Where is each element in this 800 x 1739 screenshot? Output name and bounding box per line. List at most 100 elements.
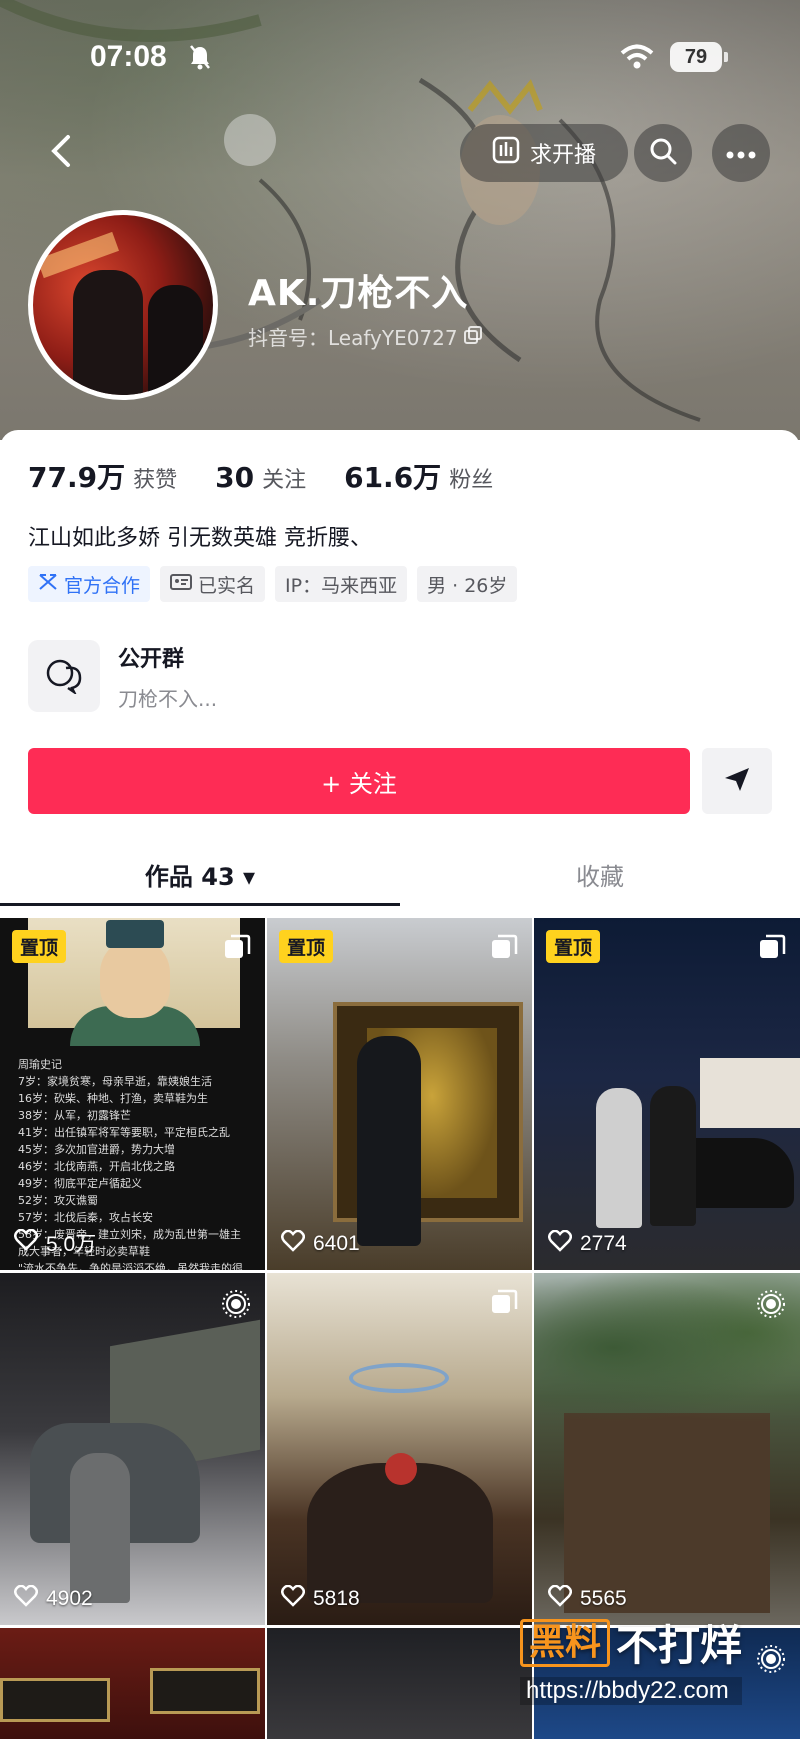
tag-label: IP：马来西亚 <box>285 574 398 597</box>
caption-line: 49岁：彻底平定卢循起义 <box>18 1177 142 1190</box>
caption-line: 16岁：砍柴、种地、打渔，卖草鞋为生 <box>18 1092 208 1105</box>
heart-icon <box>14 1584 38 1613</box>
like-value: 5.0万 <box>46 1233 97 1256</box>
battery-indicator: 79 <box>670 42 728 72</box>
live-photo-icon <box>756 1289 786 1323</box>
cooperation-icon <box>38 573 58 596</box>
profile-banner: 07:08 79 求开播 AK.刀枪不入 抖音号：LeafyYE0727 <box>0 0 800 440</box>
like-value: 4902 <box>46 1587 93 1610</box>
caption-line: 38岁：从军，初露锋芒 <box>18 1109 131 1122</box>
video-thumbnail[interactable]: 4902 <box>0 1273 265 1625</box>
tab-favorites[interactable]: 收藏 <box>400 850 800 912</box>
bell-muted-icon <box>188 44 212 74</box>
multi-image-icon <box>490 934 518 966</box>
like-count: 5565 <box>548 1584 627 1613</box>
back-button[interactable] <box>32 124 90 182</box>
tag-verified-name: 已实名 <box>160 566 266 602</box>
stat-label: 粉丝 <box>449 468 494 493</box>
more-dots-icon <box>726 144 756 163</box>
caption-line: 46岁：北伐南燕，开启北伐之路 <box>18 1160 175 1173</box>
caption-title: 周瑜史记 <box>18 1058 62 1071</box>
watermark-brand-box: 黑料 <box>520 1618 611 1667</box>
like-count: 6401 <box>281 1229 360 1258</box>
profile-bio: 江山如此多娇 引无数英雄 竞折腰、 <box>28 526 372 551</box>
pinned-badge: 置顶 <box>546 930 601 963</box>
profile-tags: 官方合作 已实名 IP：马来西亚 男 · 26岁 <box>28 566 518 602</box>
chart-bars-icon <box>492 136 520 170</box>
send-icon <box>723 765 751 797</box>
more-button[interactable] <box>712 124 770 182</box>
request-live-button[interactable]: 求开播 <box>460 124 628 182</box>
like-count: 4902 <box>14 1584 93 1613</box>
stat-label: 关注 <box>262 468 307 493</box>
stat-value: 77.9万 <box>28 461 126 494</box>
watermark-brand: 黑料 不打烊 <box>520 1612 742 1673</box>
content-tabs: 作品 43 ▾ 收藏 <box>0 850 800 912</box>
douyin-id[interactable]: 抖音号：LeafyYE0727 <box>248 322 482 351</box>
tag-label: 已实名 <box>198 574 256 597</box>
tag-label: 官方合作 <box>64 574 141 597</box>
heart-icon <box>548 1229 572 1258</box>
stat-value: 61.6万 <box>344 461 442 494</box>
like-count: 5.0万 <box>14 1228 96 1258</box>
caption-line: "流水不争先，争的是滔滔不绝，虽然我走的很 <box>18 1262 244 1270</box>
like-value: 2774 <box>580 1232 627 1255</box>
copy-icon[interactable] <box>463 325 482 349</box>
share-button[interactable] <box>702 748 772 814</box>
like-value: 6401 <box>313 1232 360 1255</box>
like-count: 2774 <box>548 1229 627 1258</box>
pinned-badge: 置顶 <box>279 930 334 963</box>
video-thumbnail[interactable]: 5565 <box>534 1273 800 1625</box>
caption-line: 7岁：家境贫寒，母亲早逝，靠姨娘生活 <box>18 1075 212 1088</box>
tag-ip-location: IP：马来西亚 <box>275 566 408 602</box>
heart-icon <box>281 1584 305 1613</box>
heart-icon <box>14 1228 38 1257</box>
request-live-label: 求开播 <box>529 143 596 168</box>
multi-image-icon <box>490 1289 518 1321</box>
group-subtitle: 刀枪不入... <box>118 686 218 711</box>
chevron-left-icon <box>50 134 72 172</box>
stat-following[interactable]: 30 关注 <box>215 461 306 494</box>
wifi-icon <box>620 44 654 74</box>
search-icon <box>649 137 677 169</box>
caption-line: 45岁：多次加官进爵，势力大增 <box>18 1143 175 1156</box>
status-time: 07:08 <box>90 40 167 73</box>
tag-label: 男 · 26岁 <box>427 574 508 597</box>
avatar[interactable] <box>28 210 218 400</box>
video-thumbnail[interactable]: 5818 <box>267 1273 532 1625</box>
tag-gender-age: 男 · 26岁 <box>417 566 518 602</box>
heart-icon <box>548 1584 572 1613</box>
multi-image-icon <box>223 934 251 966</box>
like-value: 5565 <box>580 1587 627 1610</box>
watermark-url: https://bbdy22.com <box>520 1677 743 1705</box>
profile-card: 77.9万 获赞 30 关注 61.6万 粉丝 江山如此多娇 引无数英雄 竞折腰… <box>0 430 800 1739</box>
search-button[interactable] <box>634 124 692 182</box>
watermark-brand-text: 不打烊 <box>616 1621 743 1670</box>
pinned-badge: 置顶 <box>12 930 67 963</box>
like-value: 5818 <box>313 1587 360 1610</box>
video-thumbnail[interactable] <box>267 1628 532 1739</box>
heart-icon <box>281 1229 305 1258</box>
stat-followers[interactable]: 61.6万 粉丝 <box>344 456 493 496</box>
caption-line: 41岁：出任镇军将军等要职，平定桓氏之乱 <box>18 1126 230 1139</box>
id-card-icon <box>170 573 193 596</box>
stat-likes[interactable]: 77.9万 获赞 <box>28 456 177 496</box>
live-photo-icon <box>221 1289 251 1323</box>
profile-name: AK.刀枪不入 <box>248 273 469 314</box>
live-photo-icon <box>756 1644 786 1678</box>
tab-works[interactable]: 作品 43 ▾ <box>0 850 400 912</box>
public-group-entry[interactable]: 公开群 刀枪不入... <box>28 640 217 712</box>
tag-official-cooperation[interactable]: 官方合作 <box>28 566 151 602</box>
stat-value: 30 <box>215 461 255 494</box>
follow-button[interactable]: + 关注 <box>28 748 690 814</box>
video-thumbnail[interactable]: 置顶 2774 <box>534 918 800 1270</box>
caption-line: 52岁：攻灭谯蜀 <box>18 1194 98 1207</box>
like-count: 5818 <box>281 1584 360 1613</box>
video-thumbnail[interactable]: 置顶 6401 <box>267 918 532 1270</box>
profile-stats: 77.9万 获赞 30 关注 61.6万 粉丝 <box>28 456 493 496</box>
group-title: 公开群 <box>118 646 185 672</box>
video-thumbnail[interactable] <box>0 1628 265 1739</box>
multi-image-icon <box>758 934 786 966</box>
group-chat-icon <box>28 640 100 712</box>
video-thumbnail[interactable]: 周瑜史记 7岁：家境贫寒，母亲早逝，靠姨娘生活 16岁：砍柴、种地、打渔，卖草鞋… <box>0 918 265 1270</box>
